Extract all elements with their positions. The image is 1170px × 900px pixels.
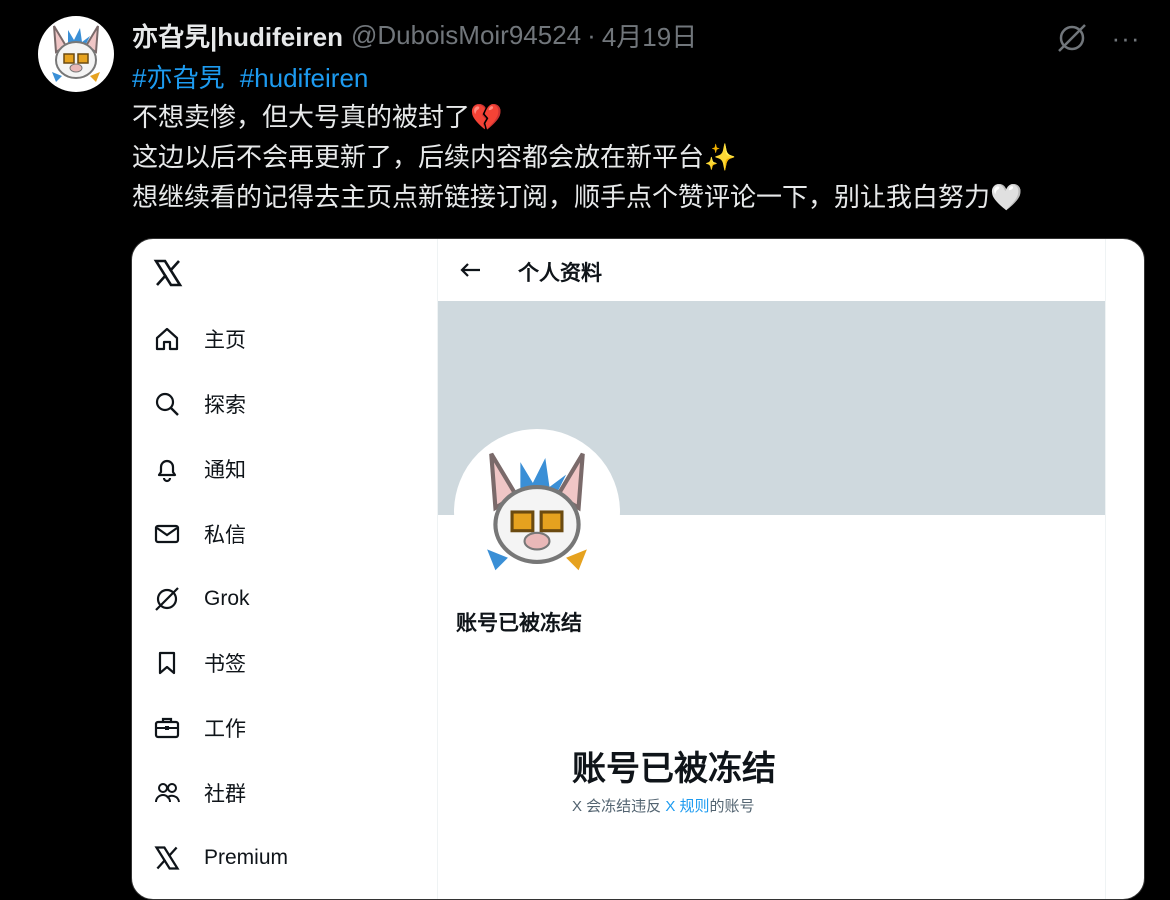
sidebar-item-explore: 探索 [152, 384, 246, 424]
sidebar-item-label: 主页 [204, 329, 246, 352]
sidebar-item-home: 主页 [152, 319, 246, 359]
mail-icon [152, 519, 182, 549]
profile-avatar [454, 429, 620, 595]
screenshot-sidebar: 主页 探索 通知 私信 Grok 书签 工作 社群 Premium [132, 239, 438, 899]
suspended-description: X 会冻结违反 X 规则的账号 [572, 795, 755, 816]
post-line: 想继续看的记得去主页点新链接订阅，顺手点个赞评论一下，别让我白努力🤍 [132, 178, 1022, 218]
grok-icon [152, 584, 182, 614]
separator: · [587, 19, 596, 50]
rules-link: X 规则 [665, 798, 710, 815]
post-line-text: 这边以后不会再更新了，后续内容都会放在新平台 [132, 142, 705, 172]
post-line-text: 不想卖惨，但大号真的被封了 [132, 102, 471, 132]
bookmark-icon [152, 648, 182, 678]
back-arrow-icon [460, 263, 480, 277]
grok-icon [1058, 24, 1086, 52]
white-heart-emoji-icon: 🤍 [990, 183, 1023, 213]
sidebar-item-communities: 社群 [152, 773, 246, 813]
x-logo-icon [153, 259, 183, 287]
sidebar-item-messages: 私信 [152, 514, 246, 554]
post-line: 不想卖惨，但大号真的被封了💔 [132, 98, 1022, 138]
more-options-button[interactable]: ··· [1106, 18, 1146, 58]
sidebar-item-label: 通知 [204, 459, 246, 482]
post-line-text: 想继续看的记得去主页点新链接订阅，顺手点个赞评论一下，别让我白努力 [132, 182, 991, 212]
sidebar-item-label: 私信 [204, 524, 246, 547]
sidebar-item-label: 书签 [204, 653, 246, 676]
desc-suffix: 的账号 [709, 798, 755, 815]
bell-icon [152, 454, 182, 484]
sidebar-item-bookmarks: 书签 [152, 643, 246, 683]
post-line: 这边以后不会再更新了，后续内容都会放在新平台✨ [132, 138, 1022, 178]
broken-heart-emoji-icon: 💔 [470, 103, 503, 133]
sidebar-item-label: Premium [204, 846, 289, 869]
x-logo-icon [152, 843, 182, 873]
grok-button[interactable] [1052, 18, 1092, 58]
search-icon [152, 389, 182, 419]
sidebar-item-label: 社群 [204, 783, 246, 806]
sidebar-item-label: Grok [204, 587, 250, 610]
author-name[interactable]: 亦旮旯|hudifeiren [132, 17, 343, 54]
sidebar-item-premium: Premium [152, 838, 288, 878]
divider [1105, 239, 1106, 899]
sidebar-item-grok: Grok [152, 579, 250, 619]
sidebar-item-label: 探索 [204, 394, 246, 417]
hashtag-link[interactable]: #亦旮旯 [132, 63, 224, 93]
post-header: 亦旮旯|hudifeiren @DuboisMoir94524 · 4月19日 [132, 18, 697, 52]
sidebar-item-notifications: 通知 [152, 449, 246, 489]
sidebar-item-label: 工作 [204, 718, 246, 741]
profile-header: 个人资料 [438, 239, 1106, 301]
author-avatar[interactable] [38, 16, 114, 92]
hashtag-link[interactable]: #hudifeiren [240, 63, 369, 93]
more-icon: ··· [1111, 22, 1141, 53]
sidebar-item-jobs: 工作 [152, 708, 246, 748]
suspended-heading: 账号已被冻结 [572, 750, 776, 788]
hashtag-list: #亦旮旯 #hudifeiren [132, 60, 376, 96]
briefcase-icon [152, 713, 182, 743]
page-title: 个人资料 [518, 262, 602, 285]
avatar-image [52, 25, 100, 82]
author-handle[interactable]: @DuboisMoir94524 [351, 20, 581, 51]
desc-prefix: X 会冻结违反 [572, 798, 666, 815]
post-text: 不想卖惨，但大号真的被封了💔 这边以后不会再更新了，后续内容都会放在新平台✨ 想… [132, 98, 1022, 218]
attached-image[interactable]: 主页 探索 通知 私信 Grok 书签 工作 社群 Premium 个人资料 账… [131, 238, 1145, 900]
account-name: 账号已被冻结 [456, 612, 582, 635]
sparkles-emoji-icon: ✨ [704, 143, 737, 173]
post-date[interactable]: 4月19日 [602, 17, 697, 54]
avatar-image [487, 452, 587, 571]
people-icon [152, 778, 182, 808]
home-icon [152, 324, 182, 354]
